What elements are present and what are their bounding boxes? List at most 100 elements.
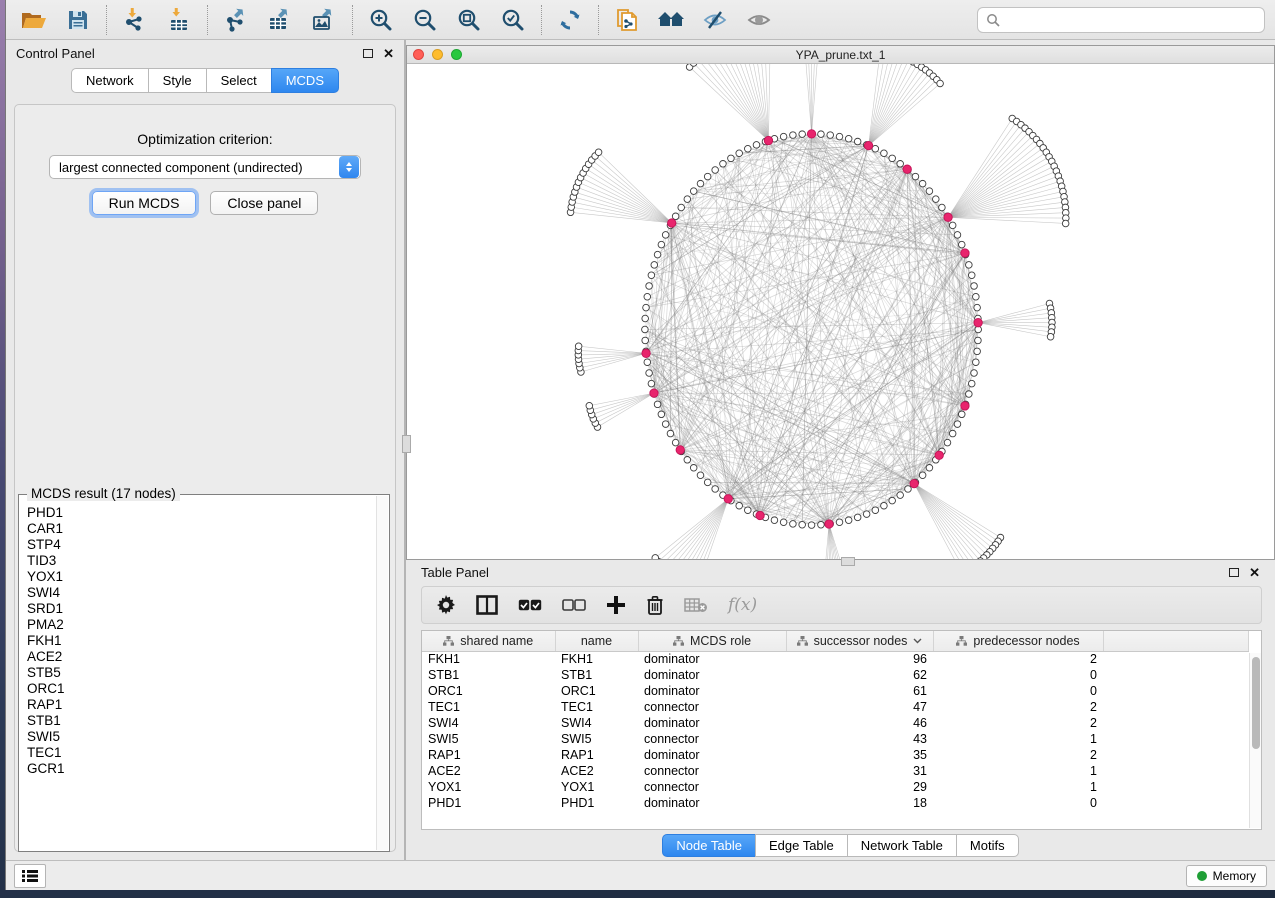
zoom-fit-icon[interactable] bbox=[455, 6, 483, 34]
dropdown-stepper-icon bbox=[339, 156, 359, 178]
table-row[interactable]: ACE2ACE2connector311 bbox=[422, 763, 1249, 779]
mcds-node-item[interactable]: TID3 bbox=[27, 553, 377, 569]
column-header[interactable]: predecessor nodes bbox=[933, 631, 1103, 651]
mcds-node-item[interactable]: ACE2 bbox=[27, 649, 377, 665]
mcds-node-item[interactable]: STB5 bbox=[27, 665, 377, 681]
mcds-list-scrollbar[interactable] bbox=[376, 496, 388, 850]
mcds-result-box: MCDS result (17 nodes) PHD1CAR1STP4TID3Y… bbox=[18, 494, 390, 852]
table-row[interactable]: YOX1YOX1connector291 bbox=[422, 779, 1249, 795]
close-panel-icon[interactable]: ✕ bbox=[383, 47, 394, 60]
float-panel-icon[interactable] bbox=[363, 49, 373, 58]
eye-icon[interactable] bbox=[745, 6, 773, 34]
zoom-in-icon[interactable] bbox=[367, 6, 395, 34]
settings-gear-icon[interactable] bbox=[436, 592, 456, 618]
deselect-all-icon[interactable] bbox=[562, 592, 586, 618]
close-panel-button[interactable]: Close panel bbox=[210, 191, 318, 215]
list-icon bbox=[21, 869, 39, 883]
refresh-icon[interactable] bbox=[556, 6, 584, 34]
select-all-icon[interactable] bbox=[518, 592, 542, 618]
eye-slash-icon[interactable] bbox=[701, 6, 729, 34]
network-view-window: YPA_prune.txt_1 bbox=[406, 45, 1275, 560]
control-panel: Control Panel ✕ Network Style Select MCD… bbox=[6, 40, 406, 860]
search-field[interactable] bbox=[977, 7, 1265, 33]
table-row[interactable]: RAP1RAP1dominator352 bbox=[422, 747, 1249, 763]
column-header[interactable]: MCDS role bbox=[638, 631, 786, 651]
export-network-icon[interactable] bbox=[222, 6, 250, 34]
table-row[interactable]: PHD1PHD1dominator180 bbox=[422, 795, 1249, 811]
mcds-node-item[interactable]: PHD1 bbox=[27, 505, 377, 521]
memory-status-icon bbox=[1197, 871, 1207, 881]
tab-network-table[interactable]: Network Table bbox=[847, 834, 956, 857]
save-icon[interactable] bbox=[64, 6, 92, 34]
mcds-node-item[interactable]: SRD1 bbox=[27, 601, 377, 617]
table-row[interactable]: FKH1FKH1dominator962 bbox=[422, 651, 1249, 667]
function-builder-icon[interactable]: f(x) bbox=[728, 592, 757, 618]
column-header[interactable]: name bbox=[555, 631, 638, 651]
status-bar: Memory bbox=[6, 860, 1275, 890]
optimization-criterion-dropdown[interactable]: largest connected component (undirected) bbox=[49, 155, 361, 179]
mcds-node-item[interactable]: GCR1 bbox=[27, 761, 377, 777]
mcds-result-title: MCDS result (17 nodes) bbox=[27, 486, 180, 501]
import-table-icon[interactable] bbox=[165, 6, 193, 34]
table-row[interactable]: TEC1TEC1connector472 bbox=[422, 699, 1249, 715]
tab-style[interactable]: Style bbox=[148, 68, 206, 93]
tab-node-table[interactable]: Node Table bbox=[662, 834, 755, 857]
tab-edge-table[interactable]: Edge Table bbox=[755, 834, 847, 857]
delete-table-icon[interactable] bbox=[684, 592, 708, 618]
mcds-node-item[interactable]: PMA2 bbox=[27, 617, 377, 633]
mcds-node-item[interactable]: YOX1 bbox=[27, 569, 377, 585]
zoom-out-icon[interactable] bbox=[411, 6, 439, 34]
network-graph[interactable] bbox=[407, 64, 1274, 559]
network-canvas[interactable] bbox=[407, 64, 1274, 559]
tab-select[interactable]: Select bbox=[206, 68, 271, 93]
horizontal-splitter-grip[interactable] bbox=[841, 557, 855, 566]
tree-icon bbox=[956, 636, 967, 646]
mcds-node-item[interactable]: CAR1 bbox=[27, 521, 377, 537]
zoom-selected-icon[interactable] bbox=[499, 6, 527, 34]
memory-label: Memory bbox=[1213, 869, 1256, 883]
export-table-icon[interactable] bbox=[266, 6, 294, 34]
vertical-splitter-grip[interactable] bbox=[402, 435, 411, 453]
mcds-node-item[interactable]: RAP1 bbox=[27, 697, 377, 713]
mcds-node-item[interactable]: FKH1 bbox=[27, 633, 377, 649]
run-mcds-button[interactable]: Run MCDS bbox=[92, 191, 197, 215]
tree-icon bbox=[673, 636, 684, 646]
mcds-node-item[interactable]: SWI5 bbox=[27, 729, 377, 745]
mcds-node-item[interactable]: ORC1 bbox=[27, 681, 377, 697]
tab-mcds[interactable]: MCDS bbox=[271, 68, 339, 93]
clone-network-icon[interactable] bbox=[613, 6, 641, 34]
table-row[interactable]: ORC1ORC1dominator610 bbox=[422, 683, 1249, 699]
table-toolbar: f(x) bbox=[421, 586, 1262, 624]
open-file-icon[interactable] bbox=[20, 6, 48, 34]
table-row[interactable]: SWI4SWI4dominator462 bbox=[422, 715, 1249, 731]
table-scrollbar-thumb[interactable] bbox=[1252, 657, 1260, 749]
network-window-title: YPA_prune.txt_1 bbox=[407, 48, 1274, 62]
mcds-node-item[interactable]: TEC1 bbox=[27, 745, 377, 761]
memory-button[interactable]: Memory bbox=[1186, 865, 1267, 887]
column-header[interactable]: shared name bbox=[422, 631, 555, 651]
table-row[interactable]: STB1STB1dominator620 bbox=[422, 667, 1249, 683]
tab-motifs[interactable]: Motifs bbox=[956, 834, 1019, 857]
network-window-titlebar[interactable]: YPA_prune.txt_1 bbox=[407, 46, 1274, 64]
delete-row-icon[interactable] bbox=[646, 592, 664, 618]
column-layout-icon[interactable] bbox=[476, 592, 498, 618]
table-row[interactable]: SWI5SWI5connector431 bbox=[422, 731, 1249, 747]
tree-icon bbox=[443, 636, 454, 646]
control-panel-tabs: Network Style Select MCDS bbox=[6, 68, 404, 93]
network-overview-icon[interactable] bbox=[657, 6, 685, 34]
close-table-panel-icon[interactable]: ✕ bbox=[1249, 566, 1260, 579]
mcds-node-item[interactable]: SWI4 bbox=[27, 585, 377, 601]
import-network-icon[interactable] bbox=[121, 6, 149, 34]
search-input[interactable] bbox=[1006, 12, 1256, 27]
task-history-button[interactable] bbox=[14, 864, 46, 888]
tab-network[interactable]: Network bbox=[71, 68, 148, 93]
export-image-icon[interactable] bbox=[310, 6, 338, 34]
table-scrollbar[interactable] bbox=[1249, 653, 1261, 828]
add-row-icon[interactable] bbox=[606, 592, 626, 618]
sort-desc-icon bbox=[913, 638, 922, 644]
mcds-result-list[interactable]: PHD1CAR1STP4TID3YOX1SWI4SRD1PMA2FKH1ACE2… bbox=[27, 505, 377, 847]
mcds-node-item[interactable]: STB1 bbox=[27, 713, 377, 729]
column-header[interactable]: successor nodes bbox=[786, 631, 933, 651]
mcds-node-item[interactable]: STP4 bbox=[27, 537, 377, 553]
float-table-panel-icon[interactable] bbox=[1229, 568, 1239, 577]
